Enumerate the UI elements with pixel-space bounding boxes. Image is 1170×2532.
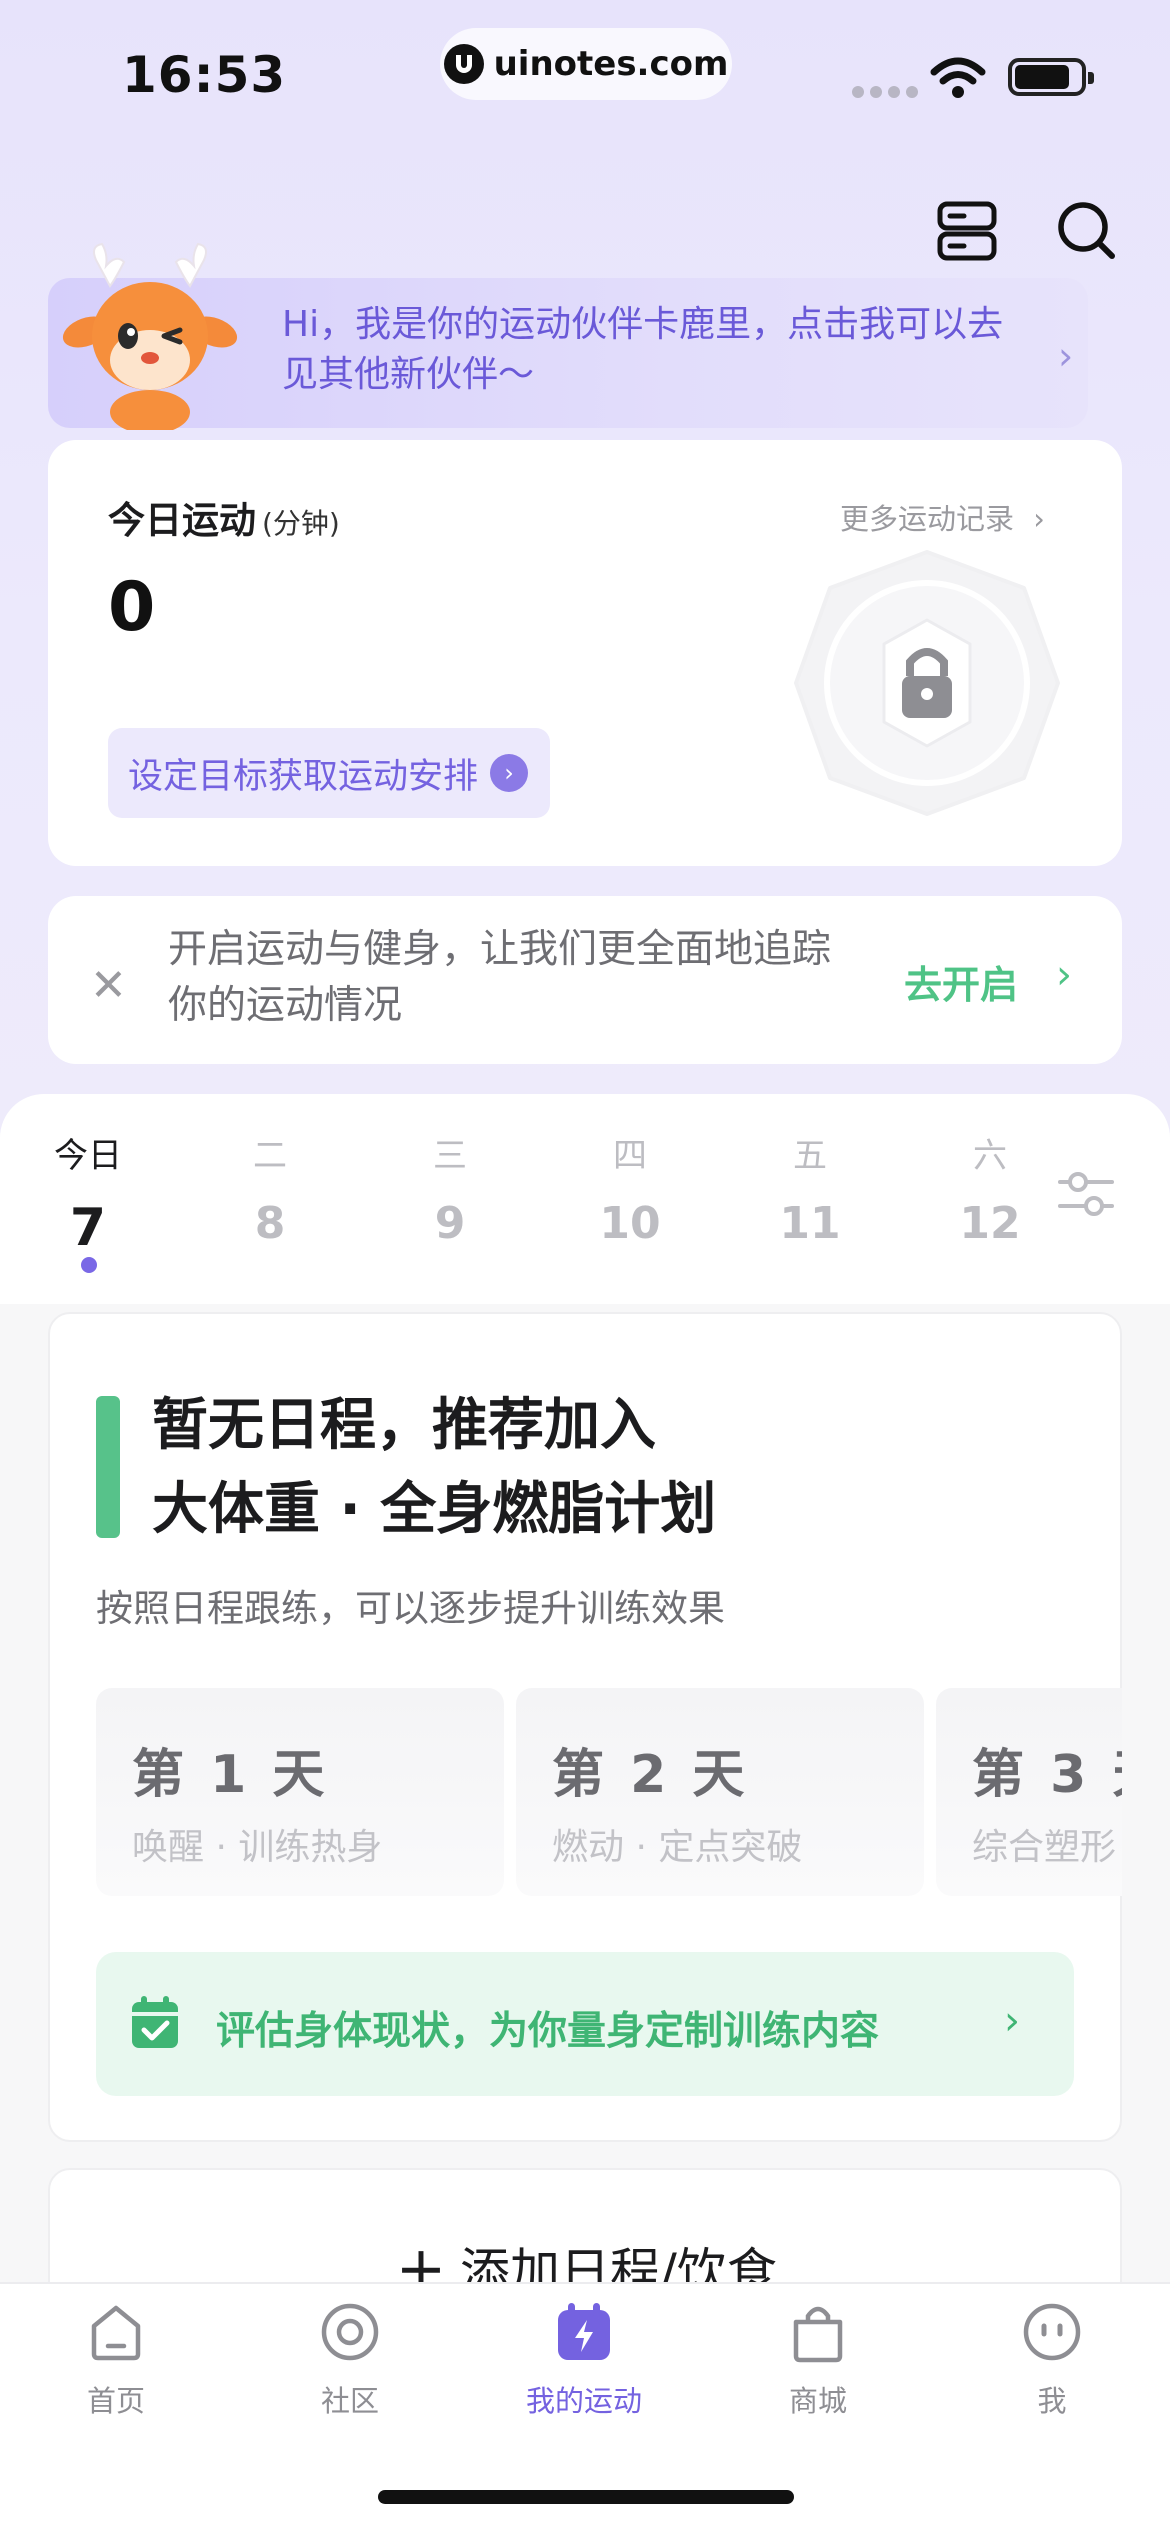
plan-day-title: 第 1 天 [132, 1745, 329, 1805]
profile-face-icon [1023, 2303, 1081, 2361]
today-exercise-value: 0 [108, 568, 156, 647]
signal-icon [852, 86, 918, 98]
set-goal-button[interactable]: 设定目标获取运动安排 › [108, 728, 550, 818]
wifi-icon [930, 57, 986, 98]
url-pill[interactable]: uinotes.com [440, 28, 732, 100]
plan-day-desc: 综合塑形 [972, 1827, 1117, 1868]
server-icon[interactable] [934, 198, 1000, 264]
plan-accent-bar [96, 1396, 120, 1538]
chevron-right-icon[interactable]: › [1056, 952, 1072, 998]
weekday-label: 三 [433, 1136, 467, 1176]
date-label: 10 [599, 1198, 661, 1249]
date-label: 11 [779, 1198, 841, 1249]
day-item-sat[interactable]: 六 12 [940, 1128, 1040, 1249]
more-records-link[interactable]: 更多运动记录 › [840, 496, 1045, 538]
date-label: 9 [434, 1198, 466, 1249]
community-icon [321, 2303, 379, 2361]
date-label: 8 [254, 1198, 286, 1249]
plan-day-desc: 燃动 · 定点突破 [552, 1827, 803, 1868]
chevron-right-icon: › [1004, 1998, 1020, 2044]
weekday-label: 四 [613, 1136, 647, 1176]
today-exercise-title: 今日运动 (分钟) [108, 490, 340, 544]
selected-day-dot [81, 1257, 97, 1273]
tab-community[interactable]: 社区 [260, 2300, 440, 2420]
chevron-right-icon: › [1033, 502, 1045, 536]
plan-day-title: 第 3 天 [972, 1745, 1122, 1805]
deer-mascot-icon [62, 242, 238, 430]
weekday-label: 今日 [54, 1136, 122, 1176]
date-label: 7 [69, 1198, 107, 1258]
day-item-wed[interactable]: 三 9 [400, 1128, 500, 1249]
plan-title-line2: 大体重 · 全身燃脂计划 [152, 1477, 717, 1542]
url-text: uinotes.com [493, 44, 729, 84]
day-item-fri[interactable]: 五 11 [760, 1128, 860, 1249]
calendar-check-icon [132, 1996, 178, 2048]
tab-label: 商城 [788, 2384, 847, 2418]
enable-health-link[interactable]: 去开启 [904, 954, 1018, 1009]
filter-settings-icon[interactable] [1056, 1164, 1116, 1224]
set-goal-label: 设定目标获取运动安排 [128, 756, 479, 797]
shopping-bag-icon [793, 2306, 843, 2363]
plan-day-card-2[interactable]: 第 2 天 燃动 · 定点突破 [516, 1688, 924, 1896]
plan-day-title: 第 2 天 [552, 1745, 749, 1805]
health-permission-text: 开启运动与健身，让我们更全面地追踪你的运动情况 [168, 927, 832, 1028]
chevron-right-icon[interactable]: › [1058, 334, 1073, 378]
home-icon [91, 2305, 141, 2361]
tab-shop[interactable]: 商城 [728, 2300, 908, 2420]
weekday-label: 五 [793, 1136, 827, 1176]
banner-text[interactable]: Hi，我是你的运动伙伴卡鹿里，点击我可以去见其他新伙伴～ [282, 300, 1022, 400]
day-item-tue[interactable]: 二 8 [220, 1128, 320, 1249]
search-icon[interactable] [1054, 198, 1120, 264]
plan-day-card-3[interactable]: 第 3 天 综合塑形 [936, 1688, 1122, 1896]
day-item-thu[interactable]: 四 10 [580, 1128, 680, 1249]
weekday-label: 二 [253, 1136, 287, 1176]
plan-day-card-1[interactable]: 第 1 天 唤醒 · 训练热身 [96, 1688, 504, 1896]
tab-label: 首页 [86, 2384, 145, 2418]
plan-days-carousel[interactable]: 第 1 天 唤醒 · 训练热身 第 2 天 燃动 · 定点突破 第 3 天 综合… [48, 1660, 1122, 1920]
battery-icon [1008, 58, 1094, 96]
weekday-label: 六 [973, 1136, 1007, 1176]
tab-me[interactable]: 我 [962, 2300, 1142, 2420]
tab-label: 社区 [320, 2384, 379, 2418]
locked-badge-icon [794, 550, 1060, 816]
chevron-circle-icon: › [490, 754, 529, 792]
home-indicator [378, 2490, 794, 2504]
today-exercise-unit: (分钟) [262, 507, 340, 540]
today-exercise-label: 今日运动 [108, 499, 256, 542]
day-item-today[interactable]: 今日 7 [38, 1128, 138, 1258]
tab-home[interactable]: 首页 [26, 2300, 206, 2420]
tab-label: 我 [1037, 2384, 1067, 2418]
close-icon[interactable]: ✕ [90, 960, 127, 1011]
sports-calendar-icon [558, 2303, 610, 2360]
site-logo-icon [443, 44, 484, 84]
plan-title-line1: 暂无日程，推荐加入 [152, 1393, 656, 1458]
body-assessment-text: 评估身体现状，为你量身定制训练内容 [216, 2009, 880, 2054]
plan-subtitle: 按照日程跟练，可以逐步提升训练效果 [96, 1587, 725, 1630]
tab-my-sports[interactable]: 我的运动 [494, 2300, 674, 2420]
plan-title[interactable]: 暂无日程，推荐加入 大体重 · 全身燃脂计划 [152, 1384, 716, 1552]
date-label: 12 [959, 1198, 1021, 1249]
plan-day-desc: 唤醒 · 训练热身 [132, 1827, 383, 1868]
tab-label: 我的运动 [525, 2384, 642, 2418]
status-time: 16:53 [122, 46, 287, 104]
more-records-label: 更多运动记录 [840, 502, 1015, 536]
